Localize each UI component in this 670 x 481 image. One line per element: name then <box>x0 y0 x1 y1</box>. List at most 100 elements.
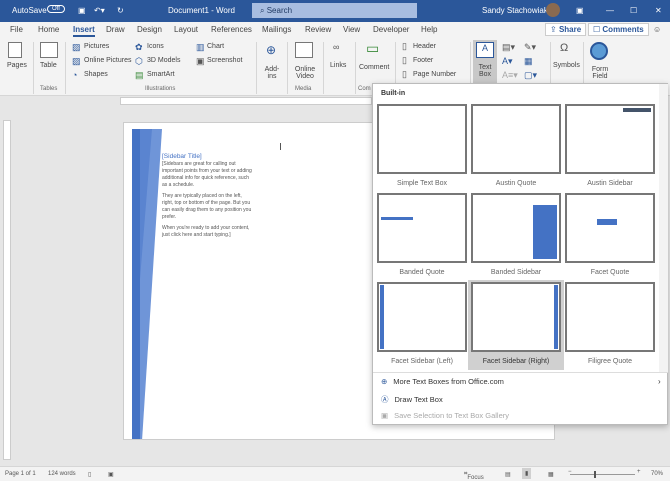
gallery-item-banded-quote[interactable] <box>377 193 467 263</box>
gallery-item-simple-text-box[interactable] <box>377 104 467 174</box>
gallery-label: Banded Quote <box>399 269 445 276</box>
autosave-toggle[interactable]: Off <box>47 5 65 13</box>
page-number-button[interactable]: Page Number <box>413 71 456 78</box>
3d-models-button[interactable]: 3D Models <box>147 57 180 64</box>
comments-button[interactable]: ☐ Comments <box>588 23 649 36</box>
undo-icon[interactable]: ↶▾ <box>94 6 105 15</box>
print-layout-icon[interactable]: ▮ <box>522 468 532 479</box>
chevron-right-icon: › <box>658 377 661 386</box>
signature-line-icon[interactable]: ✎▾ <box>524 42 536 53</box>
tab-mailings[interactable]: Mailings <box>262 25 291 34</box>
gallery-item-banded-sidebar[interactable] <box>471 193 561 263</box>
zoom-out-icon[interactable]: − <box>568 469 572 475</box>
gallery-item-austin-quote[interactable] <box>471 104 561 174</box>
close-icon[interactable]: ✕ <box>655 6 662 15</box>
screenshot-button[interactable]: Screenshot <box>207 57 242 64</box>
table-button[interactable]: Table <box>40 62 57 69</box>
pictures-button[interactable]: Pictures <box>84 43 109 50</box>
tab-insert[interactable]: Insert <box>73 25 95 37</box>
comment-button[interactable]: Comment <box>359 64 389 71</box>
focus-button[interactable]: ⌗ Focus <box>464 471 484 481</box>
web-layout-icon[interactable]: ▦ <box>548 471 554 478</box>
tab-design[interactable]: Design <box>137 25 162 34</box>
date-time-icon[interactable]: ▦ <box>524 56 533 67</box>
quick-parts-icon[interactable]: ▤▾ <box>502 42 515 53</box>
more-text-boxes-item[interactable]: ⊕ More Text Boxes from Office.com <box>381 377 504 386</box>
group-tables: Tables <box>40 86 58 92</box>
footer-button[interactable]: Footer <box>413 57 433 64</box>
tab-layout[interactable]: Layout <box>174 25 198 34</box>
tab-view[interactable]: View <box>343 25 360 34</box>
redo-icon[interactable]: ↻ <box>117 6 124 15</box>
text-box-gallery: Built-in Simple Text Box Austin Quote Au… <box>372 83 668 425</box>
tab-developer[interactable]: Developer <box>373 25 409 34</box>
save-selection-item: ▣ Save Selection to Text Box Gallery <box>381 411 509 420</box>
gallery-scrollbar[interactable] <box>659 84 668 372</box>
wordart-icon[interactable]: A▾ <box>502 56 513 67</box>
page-number-icon: ▯ <box>402 69 407 79</box>
smartart-button[interactable]: SmartArt <box>147 71 175 78</box>
comment-icon: ▭ <box>366 40 380 56</box>
save-icon[interactable]: ▣ <box>78 6 86 15</box>
addins-button[interactable]: Add-ins <box>263 66 281 80</box>
tab-help[interactable]: Help <box>421 25 437 34</box>
share-button[interactable]: ⇪ Share <box>545 23 587 36</box>
avatar[interactable] <box>546 3 560 17</box>
addins-icon: ⊕ <box>266 43 277 57</box>
gallery-item-austin-sidebar[interactable] <box>565 104 655 174</box>
zoom-slider-thumb[interactable] <box>594 471 596 478</box>
accessibility-icon[interactable]: ▣ <box>108 471 114 478</box>
form-field-button[interactable]: Form Field <box>591 66 609 80</box>
shapes-button[interactable]: Shapes <box>84 71 108 78</box>
drop-cap-icon[interactable]: A≡▾ <box>502 70 518 81</box>
minimize-icon[interactable]: — <box>606 6 614 15</box>
gallery-item-facet-sidebar-left[interactable] <box>377 282 467 352</box>
read-mode-icon[interactable]: ▤ <box>505 471 511 478</box>
pages-icon[interactable] <box>8 42 22 58</box>
ribbon-display-icon[interactable]: ▣ <box>576 6 584 15</box>
online-video-icon[interactable] <box>295 42 313 58</box>
sidebar-paragraph: They are typically placed on the left, r… <box>162 193 252 220</box>
gallery-label: Banded Sidebar <box>490 269 542 276</box>
links-button[interactable]: Links <box>330 62 346 69</box>
gallery-item-facet-sidebar-right[interactable] <box>471 282 561 352</box>
word-count[interactable]: 124 words <box>48 471 76 477</box>
zoom-level[interactable]: 70% <box>651 471 663 477</box>
text-box-button[interactable]: A Text Box <box>473 40 497 86</box>
tab-file[interactable]: File <box>10 25 23 34</box>
text-box-label: Text Box <box>478 64 492 78</box>
gallery-label: Austin Quote <box>495 180 537 187</box>
zoom-slider[interactable] <box>570 474 635 475</box>
header-button[interactable]: Header <box>413 43 436 50</box>
gallery-item-facet-quote[interactable] <box>565 193 655 263</box>
draw-text-box-item[interactable]: Ⓐ Draw Text Box <box>381 394 443 405</box>
feedback-icon[interactable]: ☺ <box>653 25 661 34</box>
object-icon[interactable]: ▢▾ <box>524 70 537 81</box>
maximize-icon[interactable]: ☐ <box>630 6 637 15</box>
facet-sidebar-graphic <box>132 129 162 439</box>
symbols-button[interactable]: Symbols <box>553 62 580 69</box>
icons-icon: ✿ <box>135 42 143 52</box>
status-bar: Page 1 of 1 124 words ▯ ▣ ⌗ Focus ▤ ▮ ▦ … <box>0 466 670 481</box>
tab-draw[interactable]: Draw <box>106 25 125 34</box>
online-pictures-button[interactable]: Online Pictures <box>84 57 131 64</box>
chart-button[interactable]: Chart <box>207 43 224 50</box>
zoom-in-icon[interactable]: + <box>637 469 641 475</box>
tab-references[interactable]: References <box>211 25 252 34</box>
gallery-item-filigree-quote[interactable] <box>565 282 655 352</box>
online-video-button[interactable]: Online Video <box>292 66 318 80</box>
sidebar-text-box[interactable]: [Sidebar Title] [Sidebars are great for … <box>162 153 252 243</box>
search-box[interactable]: ⌕ Search <box>252 3 417 18</box>
user-name[interactable]: Sandy Stachowiak <box>482 6 548 15</box>
icons-button[interactable]: Icons <box>147 43 164 50</box>
tab-review[interactable]: Review <box>305 25 331 34</box>
vertical-ruler[interactable] <box>3 120 11 460</box>
proofing-icon[interactable]: ▯ <box>88 471 91 478</box>
horizontal-ruler[interactable] <box>120 97 372 105</box>
tab-home[interactable]: Home <box>38 25 59 34</box>
page-count[interactable]: Page 1 of 1 <box>5 471 36 477</box>
table-icon[interactable] <box>40 42 58 58</box>
pages-button[interactable]: Pages <box>7 62 27 69</box>
sidebar-paragraph: [Sidebars are great for calling out impo… <box>162 161 252 188</box>
smartart-icon: ▤ <box>135 70 144 80</box>
